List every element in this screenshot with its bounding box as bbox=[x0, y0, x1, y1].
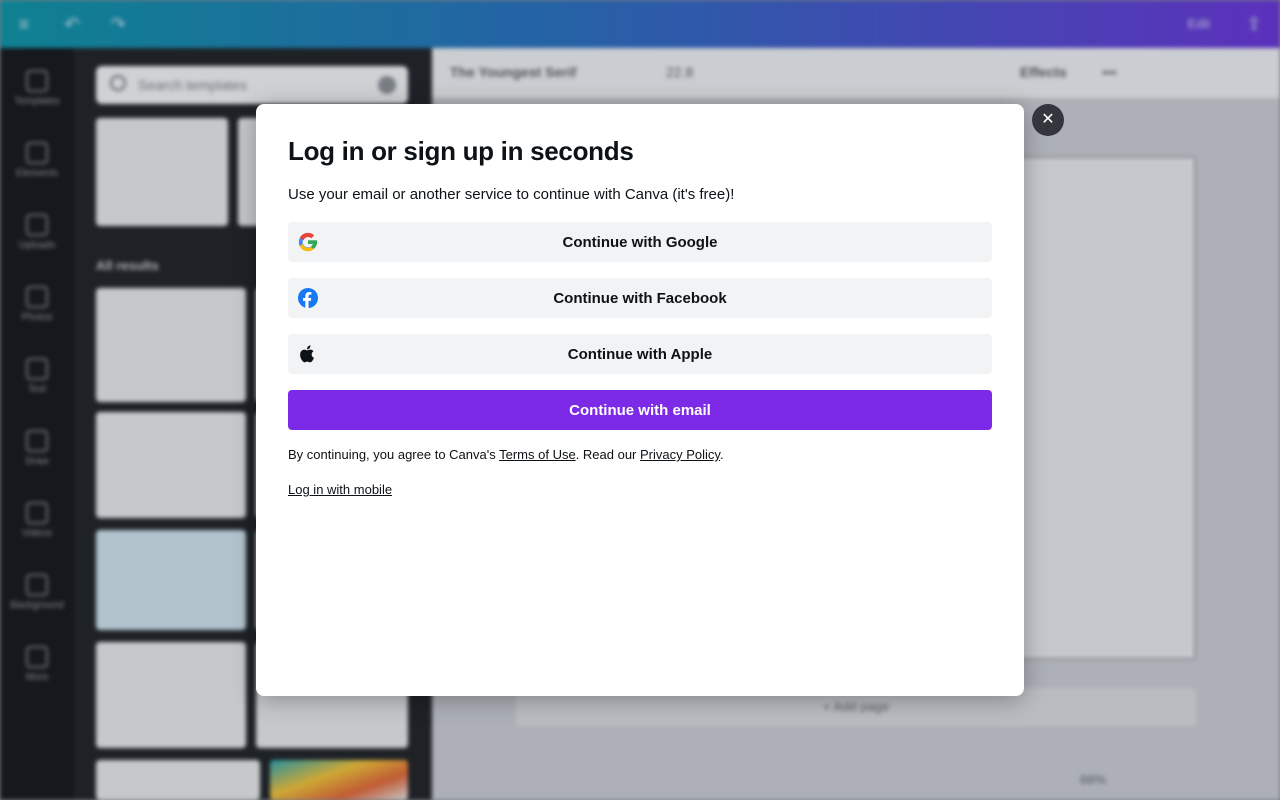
terms-of-use-link[interactable]: Terms of Use bbox=[499, 447, 576, 462]
legal-suffix: . bbox=[719, 447, 724, 462]
legal-prefix: By continuing, you agree to Canva's bbox=[288, 447, 500, 462]
log-in-with-mobile-link[interactable]: Log in with mobile bbox=[288, 482, 392, 497]
facebook-icon bbox=[298, 288, 318, 308]
close-icon: ✕ bbox=[1041, 111, 1055, 128]
continue-with-facebook-button[interactable]: Continue with Facebook bbox=[288, 278, 992, 318]
google-button-label: Continue with Google bbox=[562, 234, 718, 251]
legal-notice: By continuing, you agree to Canva's Term… bbox=[288, 447, 724, 462]
close-modal-button[interactable]: ✕ bbox=[1032, 104, 1064, 136]
apple-icon bbox=[300, 345, 314, 363]
modal-title: Log in or sign up in seconds bbox=[288, 136, 634, 166]
continue-with-email-button[interactable]: Continue with email bbox=[288, 390, 992, 430]
login-modal: Log in or sign up in seconds Use your em… bbox=[256, 104, 1024, 696]
google-icon bbox=[298, 232, 318, 252]
continue-with-google-button[interactable]: Continue with Google bbox=[288, 222, 992, 262]
modal-subtitle: Use your email or another service to con… bbox=[288, 186, 735, 203]
facebook-button-label: Continue with Facebook bbox=[553, 290, 727, 307]
email-button-label: Continue with email bbox=[569, 402, 711, 419]
privacy-policy-link[interactable]: Privacy Policy bbox=[640, 447, 720, 462]
legal-middle: . Read our bbox=[575, 447, 641, 462]
continue-with-apple-button[interactable]: Continue with Apple bbox=[288, 334, 992, 374]
apple-button-label: Continue with Apple bbox=[567, 346, 713, 363]
